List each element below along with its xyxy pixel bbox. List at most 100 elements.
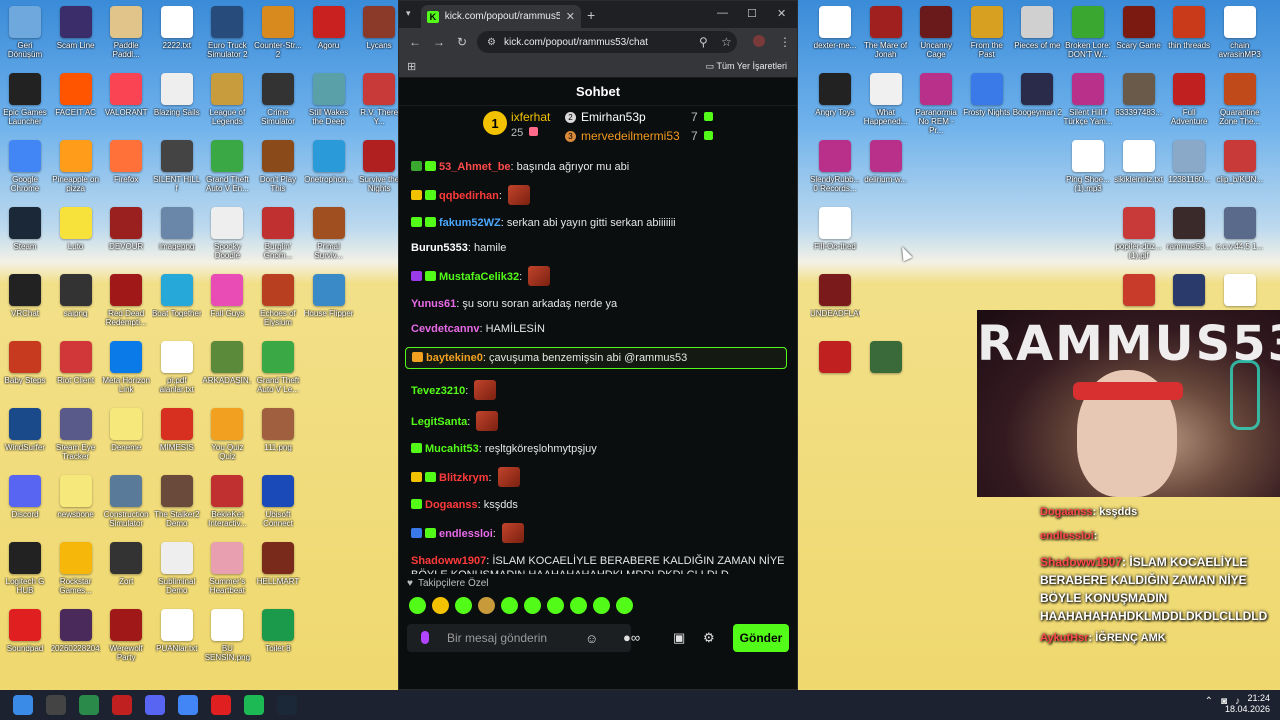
settings-gear-icon[interactable]: ⚙ [703,630,715,646]
desktop-shortcut[interactable]: Werewolf Party [101,605,151,672]
desktop-shortcut[interactable]: Scam Line [51,2,101,69]
bookmark-star-icon[interactable]: ☆ [721,35,732,49]
forward-icon[interactable]: → [433,35,445,49]
desktop-shortcut[interactable]: dexter-me... [810,2,860,69]
desktop-shortcut[interactable]: Angry Toys [810,69,860,136]
desktop-shortcut[interactable]: What Happened... [861,69,911,136]
desktop-shortcut[interactable]: Pieces of me [1012,2,1062,69]
quick-emote-icon[interactable] [478,596,495,614]
desktop-shortcut[interactable]: clip_b/KUN... [1215,136,1265,203]
desktop-shortcut[interactable]: rammus53... [1164,203,1214,270]
close-tab-icon[interactable]: ✕ [566,10,575,23]
desktop-shortcut[interactable]: Grand Theft Auto V En... [202,136,252,203]
desktop-shortcut[interactable] [861,337,911,404]
browser-tab[interactable]: K kick.com/popout/rammus53/cl ✕ [421,5,581,28]
chat-username[interactable]: Cevdetcannv [411,323,479,335]
chat-emote-icon[interactable] [476,411,499,431]
new-tab-icon[interactable]: + [587,7,595,23]
desktop-shortcut[interactable]: Quarantine Zone The... [1215,69,1265,136]
desktop-shortcut[interactable]: Burglin' Gnom... [253,203,303,270]
microphone-icon[interactable] [421,631,429,644]
desktop-shortcut[interactable]: League of Legends [202,69,252,136]
desktop-shortcut[interactable]: The Stalker2 Demo [152,471,202,538]
desktop-shortcut[interactable]: c.c.v.44.5 1... [1215,203,1265,270]
chat-username[interactable]: Burun5353 [411,242,468,254]
desktop-shortcut[interactable]: Discord [0,471,50,538]
desktop-shortcut[interactable]: Primal Surviv... [304,203,354,270]
desktop-shortcut[interactable]: Boat Together [152,270,202,337]
chat-username[interactable]: fakum52WZ [439,217,501,229]
emoji-picker-icon[interactable]: ☺ [585,631,598,646]
desktop-shortcut[interactable]: ARKADAŞIN... [202,337,252,404]
desktop-shortcut[interactable]: Spooky Doodle [202,203,252,270]
chat-username[interactable]: Yunus61 [411,298,456,310]
desktop-shortcut[interactable]: Construction Simulator [101,471,151,538]
desktop-shortcut[interactable]: Steam Eye Tracker [51,404,101,471]
desktop-shortcut[interactable]: Toilet 8 [253,605,303,672]
send-button[interactable]: Gönder [733,624,789,652]
desktop-shortcut[interactable]: pi.pdf alanlar.txt [152,337,202,404]
maximize-icon[interactable]: ☐ [747,7,757,20]
desktop-shortcut[interactable]: Blazing Sails [152,69,202,136]
chat-emote-icon[interactable] [501,523,524,543]
app-icon[interactable] [112,695,132,715]
desktop-shortcut[interactable]: Google Chrome [0,136,50,203]
desktop-shortcut[interactable]: Subliminal Demo [152,538,202,605]
desktop-shortcut[interactable]: Zort [101,538,151,605]
minimize-icon[interactable]: — [717,7,728,19]
quick-emote-icon[interactable] [455,596,472,614]
desktop-shortcut[interactable]: Red Dead Redempti... [101,270,151,337]
points-icon[interactable]: ●∞ [623,630,640,645]
desktop-shortcut[interactable]: 20260228204... [51,605,101,672]
desktop-shortcut[interactable]: Baby Steps [0,337,50,404]
desktop-shortcut[interactable]: 833397483... [1114,69,1164,136]
desktop-shortcut[interactable]: newsbone [51,471,101,538]
apps-grid-icon[interactable]: ⊞ [407,60,416,73]
chat-username[interactable]: Blitzkrym [439,472,489,484]
desktop-shortcut[interactable]: UNDEADFLAG [810,270,860,337]
desktop-shortcut[interactable]: saipng [51,270,101,337]
desktop-shortcut[interactable]: Don't Play This [253,136,303,203]
desktop-shortcut[interactable]: PUANlar.txt [152,605,202,672]
desktop-shortcut[interactable]: Lycans [354,2,404,69]
chat-username[interactable]: MustafaCelik32 [439,271,519,283]
desktop-shortcut[interactable]: R.V. There Y... [354,69,404,136]
desktop-shortcut[interactable]: Grand Theft Auto V Le... [253,337,303,404]
desktop-shortcut[interactable]: Firefox [101,136,151,203]
desktop-shortcut[interactable]: VALORANT [101,69,151,136]
desktop-shortcut[interactable]: BekleKet Interactiv... [202,471,252,538]
quick-emote-icon[interactable] [616,596,633,614]
desktop-shortcut[interactable]: Frosty Nights [962,69,1012,136]
desktop-shortcut[interactable]: Rockstar Games... [51,538,101,605]
desktop-shortcut[interactable]: VRChat [0,270,50,337]
chevron-up-icon[interactable]: ⌃ [1205,696,1213,707]
desktop-shortcut[interactable]: Scary Game [1114,2,1164,69]
youtube-icon[interactable] [211,695,231,715]
leaderboard-second[interactable]: 2 Emirhan53p [565,110,646,124]
chat-emote-icon[interactable] [474,380,497,400]
desktop-shortcut[interactable]: 111.png [253,404,303,471]
desktop-shortcut[interactable]: Fill-Oo-thed [810,203,860,270]
desktop-shortcut[interactable]: delirium-w... [861,136,911,203]
quick-emote-icon[interactable] [501,596,518,614]
desktop-shortcut[interactable]: Broken Lore: DON'T W... [1063,2,1113,69]
desktop-shortcut[interactable]: sikikleiniriz.txt [1114,136,1164,203]
desktop-shortcut[interactable]: Meta Horizon Link [101,337,151,404]
menu-icon[interactable]: ⋮ [779,35,791,49]
desktop-shortcut[interactable]: Soundpad [0,605,50,672]
start-icon[interactable] [13,695,33,715]
back-icon[interactable]: ← [409,35,421,49]
desktop-shortcut[interactable]: 2222.txt [152,2,202,69]
chat-username[interactable]: Tevez3210 [411,385,465,397]
close-window-icon[interactable]: ✕ [777,7,786,20]
discord-icon[interactable] [145,695,165,715]
desktop-shortcut[interactable]: Geri Dönüşüm [0,2,50,69]
leaderboard-first-name[interactable]: ixferhat [511,110,550,124]
desktop-shortcut[interactable]: Deneme [101,404,151,471]
desktop-shortcut[interactable]: FACEIT AC [51,69,101,136]
chat-username[interactable]: baytekine0 [426,352,483,364]
desktop-shortcut[interactable]: Steam [0,203,50,270]
quick-emote-icon[interactable] [432,596,449,614]
desktop-shortcut[interactable]: Silent Hill f Türkçe Yam... [1063,69,1113,136]
desktop-shortcut[interactable]: Euro Truck Simulator 2 [202,2,252,69]
